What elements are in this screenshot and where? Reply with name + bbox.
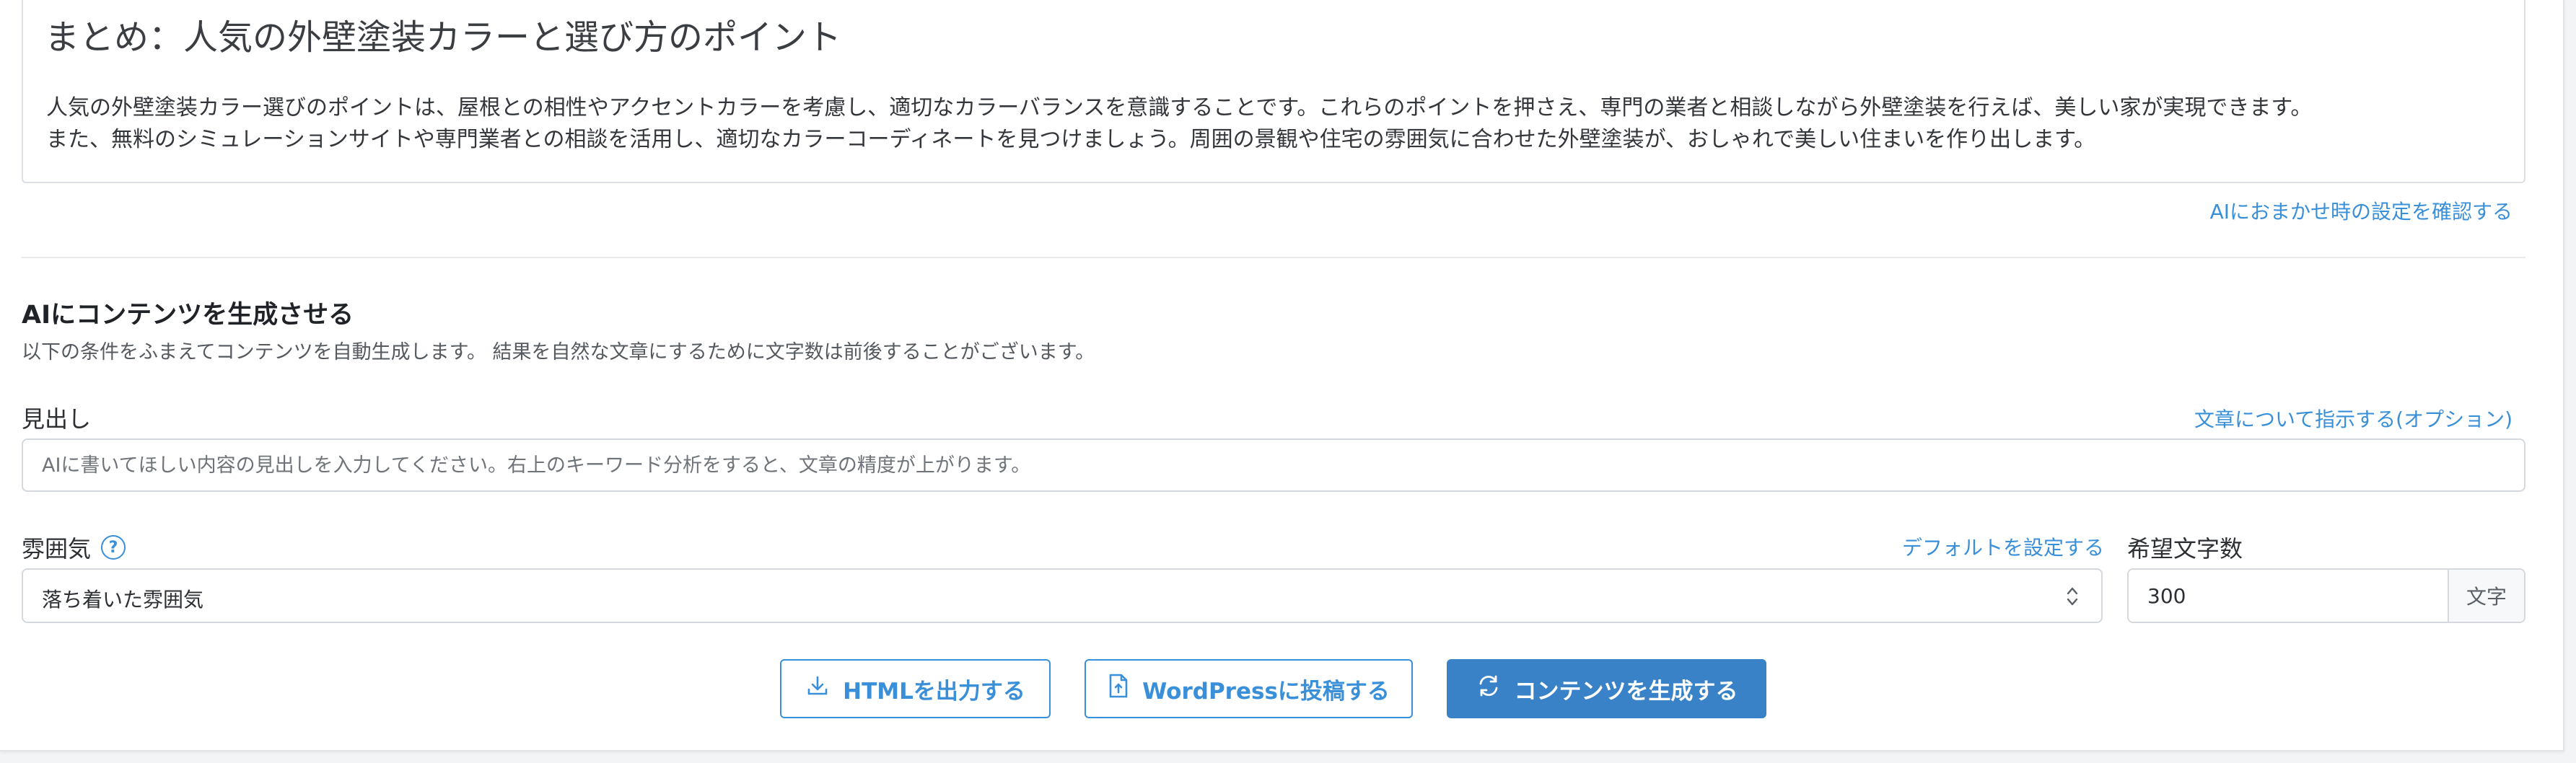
html-export-label: HTMLを出力する <box>843 678 1025 705</box>
wordpress-post-label: WordPressに投稿する <box>1142 678 1390 705</box>
section-divider <box>22 257 2525 258</box>
ai-settings-link[interactable]: AIにおまかせ時の設定を確認する <box>2210 196 2513 225</box>
set-default-link[interactable]: デフォルトを設定する <box>1902 532 2104 561</box>
summary-line: また、無料のシミュレーションサイトや専門業者との相談を活用し、適切なカラーコーデ… <box>46 127 2096 152</box>
generate-content-button[interactable]: コンテンツを生成する <box>1447 659 1766 718</box>
generate-content-label: コンテンツを生成する <box>1514 678 1738 705</box>
char-count-input[interactable] <box>2129 570 2448 622</box>
mood-label: 雰囲気 <box>22 535 92 563</box>
mood-label-group: 雰囲気 ? <box>22 531 126 564</box>
generate-section-description: 以下の条件をふまえてコンテンツを自動生成します。 結果を自然な文章にするために文… <box>22 341 1095 363</box>
heading-label: 見出し <box>22 405 92 433</box>
heading-input[interactable] <box>22 438 2525 492</box>
generate-section-title: AIにコンテンツを生成させる <box>22 301 354 330</box>
summary-title: まとめ：人気の外壁塗装カラーと選び方のポイント <box>45 17 842 58</box>
summary-line: 人気の外壁塗装カラー選びのポイントは、屋根との相性やアクセントカラーを考慮し、適… <box>46 95 2313 120</box>
wordpress-post-button[interactable]: WordPressに投稿する <box>1085 659 1413 718</box>
char-count-unit: 文字 <box>2448 570 2524 622</box>
char-count-group: 文字 <box>2127 568 2525 623</box>
instruction-link[interactable]: 文章について指示する(オプション) <box>2194 404 2513 433</box>
download-icon <box>805 674 830 704</box>
summary-box: まとめ：人気の外壁塗装カラーと選び方のポイント 人気の外壁塗装カラー選びのポイン… <box>22 0 2525 183</box>
refresh-icon <box>1476 673 1502 705</box>
content-card: まとめ：人気の外壁塗装カラーと選び方のポイント 人気の外壁塗装カラー選びのポイン… <box>0 0 2564 751</box>
html-export-button[interactable]: HTMLを出力する <box>780 659 1051 718</box>
char-count-label: 希望文字数 <box>2127 535 2243 563</box>
mood-select[interactable]: 落ち着いた雰囲気 <box>22 568 2103 623</box>
file-upload-icon <box>1108 673 1129 705</box>
chevron-up-down-icon <box>2064 583 2081 610</box>
mood-select-value: 落ち着いた雰囲気 <box>42 588 204 612</box>
question-circle-icon[interactable]: ? <box>101 535 126 560</box>
summary-body: 人気の外壁塗装カラー選びのポイントは、屋根との相性やアクセントカラーを考慮し、適… <box>46 92 2514 156</box>
